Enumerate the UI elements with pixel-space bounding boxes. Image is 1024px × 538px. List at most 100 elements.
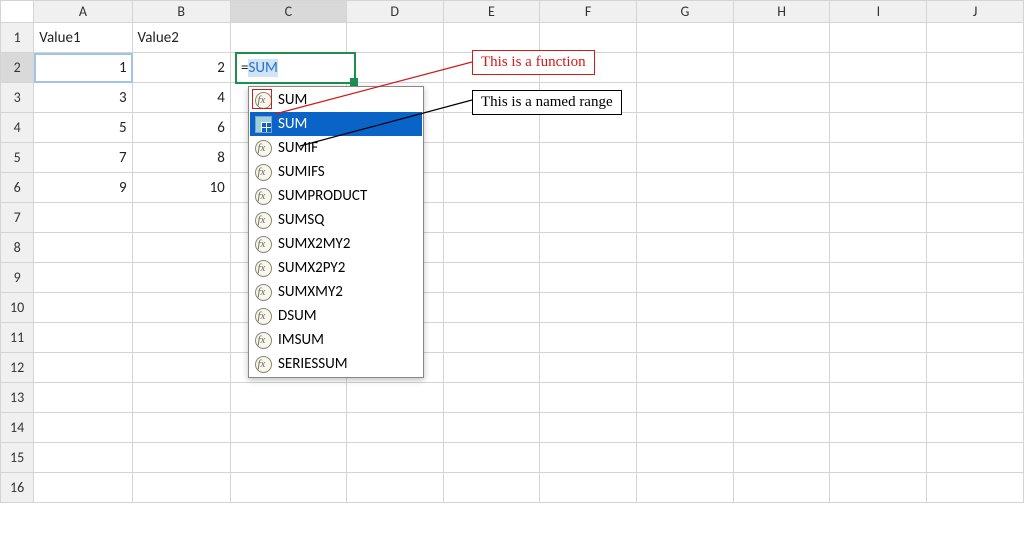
cell-F5[interactable] xyxy=(540,143,637,173)
cell-B14[interactable] xyxy=(132,413,230,443)
cell-E13[interactable] xyxy=(443,383,540,413)
autocomplete-item-1[interactable]: SUM xyxy=(250,112,422,136)
cell-I2[interactable] xyxy=(830,53,927,83)
cell-A14[interactable] xyxy=(34,413,132,443)
cell-D14[interactable] xyxy=(346,413,443,443)
cell-E14[interactable] xyxy=(443,413,540,443)
row-header-3[interactable]: 3 xyxy=(1,83,34,113)
cell-A5[interactable]: 7 xyxy=(34,143,132,173)
cell-F11[interactable] xyxy=(540,323,637,353)
cell-F9[interactable] xyxy=(540,263,637,293)
cell-J15[interactable] xyxy=(927,443,1024,473)
cell-H6[interactable] xyxy=(733,173,830,203)
autocomplete-item-7[interactable]: SUMX2PY2 xyxy=(250,256,422,280)
cell-B2[interactable]: 2 xyxy=(132,53,230,83)
cell-B5[interactable]: 8 xyxy=(132,143,230,173)
cell-E9[interactable] xyxy=(443,263,540,293)
cell-A13[interactable] xyxy=(34,383,132,413)
cell-C13[interactable] xyxy=(230,383,346,413)
cell-A4[interactable]: 5 xyxy=(34,113,132,143)
cell-F12[interactable] xyxy=(540,353,637,383)
cell-H5[interactable] xyxy=(733,143,830,173)
column-header-A[interactable]: A xyxy=(34,1,132,23)
cell-A12[interactable] xyxy=(34,353,132,383)
cell-D16[interactable] xyxy=(346,473,443,503)
row-header-1[interactable]: 1 xyxy=(1,23,34,53)
formula-autocomplete-dropdown[interactable]: SUMSUMSUMIFSUMIFSSUMPRODUCTSUMSQSUMX2MY2… xyxy=(248,86,424,378)
cell-B15[interactable] xyxy=(132,443,230,473)
cell-I9[interactable] xyxy=(830,263,927,293)
cell-B10[interactable] xyxy=(132,293,230,323)
cell-G15[interactable] xyxy=(637,443,734,473)
active-cell[interactable]: =SUM xyxy=(235,52,356,84)
cell-G3[interactable] xyxy=(637,83,734,113)
cell-E1[interactable] xyxy=(443,23,540,53)
cell-E10[interactable] xyxy=(443,293,540,323)
row-header-8[interactable]: 8 xyxy=(1,233,34,263)
cell-I13[interactable] xyxy=(830,383,927,413)
cell-B13[interactable] xyxy=(132,383,230,413)
cell-H3[interactable] xyxy=(733,83,830,113)
cell-G8[interactable] xyxy=(637,233,734,263)
cell-C1[interactable] xyxy=(230,23,346,53)
cell-G1[interactable] xyxy=(637,23,734,53)
fill-handle[interactable] xyxy=(350,78,358,86)
cell-B4[interactable]: 6 xyxy=(132,113,230,143)
cell-A8[interactable] xyxy=(34,233,132,263)
cell-A9[interactable] xyxy=(34,263,132,293)
cell-H2[interactable] xyxy=(733,53,830,83)
autocomplete-item-8[interactable]: SUMXMY2 xyxy=(250,280,422,304)
cell-E15[interactable] xyxy=(443,443,540,473)
cell-I14[interactable] xyxy=(830,413,927,443)
cell-G5[interactable] xyxy=(637,143,734,173)
cell-F16[interactable] xyxy=(540,473,637,503)
cell-G12[interactable] xyxy=(637,353,734,383)
cell-A10[interactable] xyxy=(34,293,132,323)
cell-G14[interactable] xyxy=(637,413,734,443)
cell-J8[interactable] xyxy=(927,233,1024,263)
column-header-D[interactable]: D xyxy=(346,1,443,23)
cell-E6[interactable] xyxy=(443,173,540,203)
cell-F1[interactable] xyxy=(540,23,637,53)
row-header-9[interactable]: 9 xyxy=(1,263,34,293)
cell-I6[interactable] xyxy=(830,173,927,203)
cell-A11[interactable] xyxy=(34,323,132,353)
cell-J9[interactable] xyxy=(927,263,1024,293)
row-header-7[interactable]: 7 xyxy=(1,203,34,233)
cell-G10[interactable] xyxy=(637,293,734,323)
autocomplete-item-5[interactable]: SUMSQ xyxy=(250,208,422,232)
cell-D15[interactable] xyxy=(346,443,443,473)
row-header-4[interactable]: 4 xyxy=(1,113,34,143)
cell-C16[interactable] xyxy=(230,473,346,503)
cell-G9[interactable] xyxy=(637,263,734,293)
cell-A7[interactable] xyxy=(34,203,132,233)
cell-B9[interactable] xyxy=(132,263,230,293)
cell-J10[interactable] xyxy=(927,293,1024,323)
cell-D1[interactable] xyxy=(346,23,443,53)
spreadsheet-grid[interactable]: ABCDEFGHIJ 1Value1Value22123344565786910… xyxy=(0,0,1024,503)
cell-A15[interactable] xyxy=(34,443,132,473)
row-header-2[interactable]: 2 xyxy=(1,53,34,83)
cell-E8[interactable] xyxy=(443,233,540,263)
cell-H10[interactable] xyxy=(733,293,830,323)
autocomplete-item-4[interactable]: SUMPRODUCT xyxy=(250,184,422,208)
cell-H11[interactable] xyxy=(733,323,830,353)
cell-G6[interactable] xyxy=(637,173,734,203)
cell-I11[interactable] xyxy=(830,323,927,353)
cell-G13[interactable] xyxy=(637,383,734,413)
row-header-6[interactable]: 6 xyxy=(1,173,34,203)
cell-B6[interactable]: 10 xyxy=(132,173,230,203)
autocomplete-item-11[interactable]: SERIESSUM xyxy=(250,352,422,376)
cell-E11[interactable] xyxy=(443,323,540,353)
cell-B16[interactable] xyxy=(132,473,230,503)
cell-E7[interactable] xyxy=(443,203,540,233)
cell-I7[interactable] xyxy=(830,203,927,233)
autocomplete-item-10[interactable]: IMSUM xyxy=(250,328,422,352)
autocomplete-item-9[interactable]: DSUM xyxy=(250,304,422,328)
cell-H12[interactable] xyxy=(733,353,830,383)
cell-H7[interactable] xyxy=(733,203,830,233)
column-header-J[interactable]: J xyxy=(927,1,1024,23)
cell-I4[interactable] xyxy=(830,113,927,143)
cell-H1[interactable] xyxy=(733,23,830,53)
cell-A3[interactable]: 3 xyxy=(34,83,132,113)
